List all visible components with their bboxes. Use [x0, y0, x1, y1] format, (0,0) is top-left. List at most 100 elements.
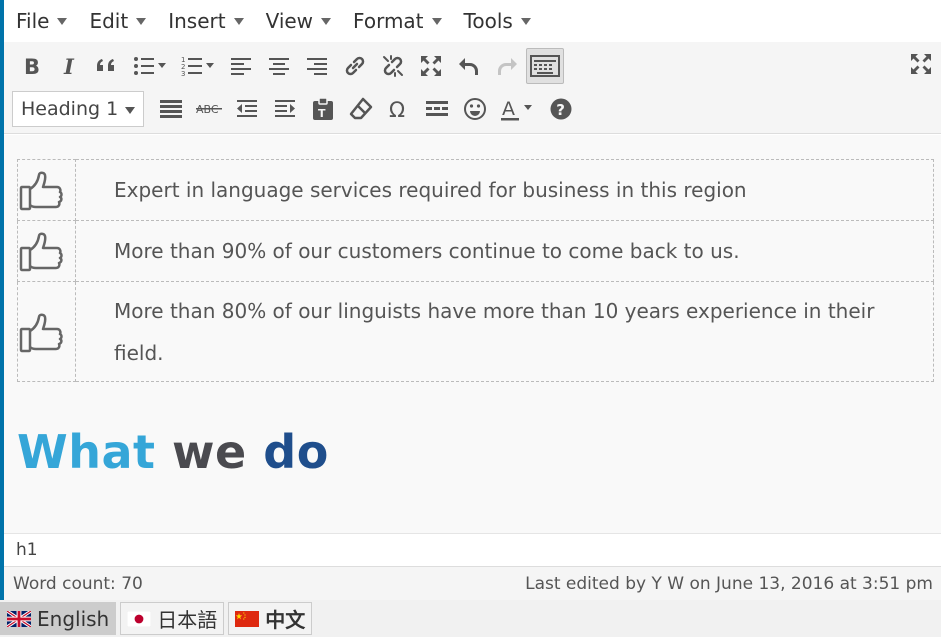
distraction-free-button[interactable]: [412, 48, 450, 84]
menu-tools-label: Tools: [463, 9, 513, 33]
bold-icon: B: [24, 55, 40, 79]
format-select[interactable]: Heading 1: [12, 91, 144, 127]
toolbar: B I 123 Heading 1 ABC T Ω A ?: [4, 42, 941, 134]
section-heading: What we do: [17, 425, 329, 479]
fullscreen-icon: [421, 56, 441, 76]
redo-icon: [498, 58, 517, 75]
paste-text-icon: T: [313, 97, 333, 120]
help-icon: ?: [550, 98, 572, 120]
link-icon: [345, 56, 365, 76]
language-english-button[interactable]: English: [0, 602, 117, 635]
chevron-down-icon: [321, 17, 332, 25]
menu-insert[interactable]: Insert: [168, 9, 244, 33]
format-select-value: Heading 1: [21, 98, 119, 120]
menu-view-label: View: [265, 9, 314, 33]
table-cell-icon: [17, 220, 76, 282]
last-edited: Last edited by Y W on June 13, 2016 at 3…: [525, 573, 933, 594]
clear-formatting-button[interactable]: [342, 91, 380, 127]
table-cell-text: More than 80% of our linguists have more…: [75, 281, 934, 382]
fullscreen-button[interactable]: [901, 44, 941, 84]
align-left-button[interactable]: [222, 48, 260, 84]
menu-insert-label: Insert: [168, 9, 226, 33]
table-row: Expert in language services required for…: [17, 159, 934, 221]
table-row: More than 90% of our customers continue …: [17, 220, 934, 282]
thumbs-up-icon: [19, 313, 63, 352]
svg-text:B: B: [24, 55, 40, 79]
fullscreen-icon: [911, 54, 931, 74]
menu-file[interactable]: File: [16, 9, 68, 33]
svg-text:I: I: [63, 54, 75, 79]
language-label: 中文: [265, 608, 306, 632]
language-switcher: English 日本語 中文: [0, 602, 316, 637]
align-center-button[interactable]: [260, 48, 298, 84]
bold-button[interactable]: B: [12, 48, 50, 84]
heading-word-do: do: [263, 425, 329, 479]
svg-text:A: A: [502, 98, 515, 120]
word-count: Word count: 70: [13, 573, 143, 594]
element-path: h1: [4, 533, 941, 566]
emoticon-icon: [464, 98, 486, 120]
language-japanese-button[interactable]: 日本語: [120, 602, 225, 635]
table-cell-icon: [17, 281, 76, 382]
blockquote-icon: [97, 59, 114, 71]
language-chinese-button[interactable]: 中文: [228, 602, 313, 635]
remove-link-button[interactable]: [374, 48, 412, 84]
features-table: Expert in language services required for…: [17, 159, 934, 382]
align-center-icon: [269, 58, 289, 75]
strikethrough-icon: ABC: [196, 103, 222, 116]
toolbar-toggle-icon: [530, 55, 560, 77]
editor-content[interactable]: Expert in language services required for…: [4, 135, 941, 533]
path-item-h1[interactable]: h1: [16, 540, 38, 560]
bullet-list-button[interactable]: [126, 48, 174, 84]
svg-text:Ω: Ω: [389, 98, 405, 122]
thumbs-up-icon: [19, 232, 63, 272]
table-cell-icon: [17, 159, 76, 221]
thumbs-up-icon: [19, 171, 63, 211]
horizontal-line-button[interactable]: [418, 91, 456, 127]
emoticons-button[interactable]: [456, 91, 494, 127]
table-row: More than 80% of our linguists have more…: [17, 281, 934, 382]
insert-link-button[interactable]: [336, 48, 374, 84]
justify-icon: [160, 100, 182, 118]
language-label: 日本語: [157, 608, 218, 632]
horizontal-line-icon: [426, 101, 448, 116]
menu-tools[interactable]: Tools: [464, 9, 531, 33]
italic-button[interactable]: I: [50, 48, 88, 84]
toolbar-toggle-button[interactable]: [526, 48, 564, 84]
italic-icon: I: [63, 54, 75, 79]
editor: File Edit Insert View Format Tools B I 1…: [0, 0, 941, 600]
clear-formatting-icon: [349, 97, 373, 120]
menu-view[interactable]: View: [265, 9, 332, 33]
svg-text:3: 3: [181, 70, 185, 78]
help-button[interactable]: ?: [542, 91, 580, 127]
chevron-down-icon: [233, 17, 244, 25]
menu-edit[interactable]: Edit: [89, 9, 147, 33]
menu-format[interactable]: Format: [353, 9, 442, 33]
chevron-down-icon: [431, 17, 442, 25]
paste-as-text-button[interactable]: T: [304, 91, 342, 127]
indent-button[interactable]: [266, 91, 304, 127]
redo-button[interactable]: [488, 48, 526, 84]
outdent-button[interactable]: [228, 91, 266, 127]
menu-edit-label: Edit: [89, 9, 129, 33]
chevron-down-icon: [125, 107, 135, 114]
text-color-button[interactable]: A: [494, 91, 542, 127]
special-character-button[interactable]: Ω: [380, 91, 418, 127]
align-right-button[interactable]: [298, 48, 336, 84]
bullet-list-icon: [134, 57, 166, 75]
numbered-list-icon: 123: [181, 56, 214, 78]
text-color-icon: A: [501, 98, 532, 121]
justify-button[interactable]: [152, 91, 190, 127]
indent-icon: [275, 100, 295, 117]
align-left-icon: [231, 58, 251, 75]
undo-button[interactable]: [450, 48, 488, 84]
china-flag-icon: [235, 610, 260, 627]
japan-flag-icon: [127, 610, 152, 627]
status-bar: Word count: 70 Last edited by Y W on Jun…: [4, 566, 941, 600]
numbered-list-button[interactable]: 123: [174, 48, 222, 84]
strikethrough-button[interactable]: ABC: [190, 91, 228, 127]
svg-text:?: ?: [556, 101, 565, 119]
undo-icon: [459, 58, 478, 75]
blockquote-button[interactable]: [88, 48, 126, 84]
chevron-down-icon: [520, 17, 531, 25]
